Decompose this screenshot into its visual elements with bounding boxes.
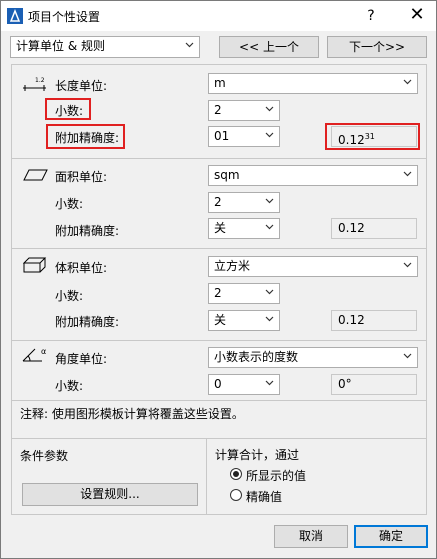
next-button[interactable]: 下一个>> xyxy=(327,36,427,58)
note-text: 注释: 使用图形模板计算将覆盖这些设置。 xyxy=(20,407,244,421)
length-precision-label: 附加精确度: xyxy=(55,131,120,145)
volume-decimals-select[interactable]: 2 xyxy=(208,283,280,304)
volume-precision-value: 关 xyxy=(214,313,227,327)
radio-exact-value-label: 精确值 xyxy=(246,490,283,504)
area-precision-select[interactable]: 关 xyxy=(208,218,280,239)
length-decimals-select[interactable]: 2 xyxy=(208,100,280,121)
volume-decimals-label: 小数: xyxy=(55,289,84,303)
divider xyxy=(12,340,426,341)
chevron-down-icon xyxy=(403,262,412,268)
volume-unit-icon xyxy=(23,257,47,273)
volume-precision-label: 附加精确度: xyxy=(55,315,120,329)
chevron-down-icon xyxy=(265,289,274,295)
length-decimals-label: 小数: xyxy=(55,104,84,118)
archicad-app-icon xyxy=(7,8,23,24)
length-precision-value: 01 xyxy=(214,129,230,143)
chevron-down-icon xyxy=(403,79,412,85)
length-unit-value: m xyxy=(214,76,226,90)
angle-unit-select[interactable]: 小数表示的度数 xyxy=(208,347,418,368)
volume-unit-label: 体积单位: xyxy=(55,261,108,275)
volume-unit-select[interactable]: 立方米 xyxy=(208,256,418,277)
chevron-down-icon xyxy=(185,42,194,48)
calc-label: 计算合计，通过 xyxy=(215,448,300,462)
settings-panel: 1.2 长度单位: m 小数: 2 附加精确度: 01 0.1231 面积单位: xyxy=(11,64,427,515)
set-rules-button[interactable]: 设置规则... xyxy=(22,483,198,506)
chevron-down-icon xyxy=(265,198,274,204)
divider xyxy=(12,248,426,249)
prev-button[interactable]: << 上一个 xyxy=(219,36,319,58)
area-unit-icon xyxy=(23,169,48,181)
window-title: 项目个性设置 xyxy=(28,10,101,24)
radio-exact-value[interactable] xyxy=(230,489,242,501)
dialog-window: 项目个性设置 ? ✕ 计算单位 & 规则 << 上一个 下一个>> 1.2 长度… xyxy=(0,0,437,559)
chevron-down-icon xyxy=(265,224,274,230)
category-select-value: 计算单位 & 规则 xyxy=(16,39,105,53)
area-precision-label: 附加精确度: xyxy=(55,224,120,238)
length-decimals-value: 2 xyxy=(214,103,222,117)
area-decimals-value: 2 xyxy=(214,195,222,209)
angle-decimals-value: 0 xyxy=(214,377,222,391)
help-button[interactable]: ? xyxy=(353,1,389,31)
area-unit-select[interactable]: sqm xyxy=(208,165,418,186)
angle-decimals-select[interactable]: 0 xyxy=(208,374,280,395)
radio-displayed-value[interactable] xyxy=(230,468,242,480)
divider xyxy=(12,400,426,401)
chevron-down-icon xyxy=(403,171,412,177)
title-bar: 项目个性设置 ? ✕ xyxy=(1,1,436,31)
area-preview-field: 0.12 xyxy=(331,218,417,239)
chevron-down-icon xyxy=(265,132,274,138)
volume-decimals-value: 2 xyxy=(214,286,222,300)
length-precision-select[interactable]: 01 xyxy=(208,126,280,147)
area-precision-value: 关 xyxy=(214,221,227,235)
length-unit-icon: 1.2 xyxy=(23,77,46,91)
conditions-label: 条件参数 xyxy=(20,449,69,463)
angle-unit-icon: α xyxy=(22,347,46,362)
area-unit-value: sqm xyxy=(214,168,240,182)
category-select[interactable]: 计算单位 & 规则 xyxy=(10,36,200,58)
close-button[interactable]: ✕ xyxy=(399,1,435,31)
divider xyxy=(12,158,426,159)
volume-unit-value: 立方米 xyxy=(214,259,251,273)
svg-text:1.2: 1.2 xyxy=(35,77,45,84)
chevron-down-icon xyxy=(265,106,274,112)
divider xyxy=(12,438,426,439)
volume-preview-field: 0.12 xyxy=(331,310,417,331)
angle-decimals-label: 小数: xyxy=(55,379,84,393)
radio-displayed-value-label: 所显示的值 xyxy=(246,469,307,483)
angle-preview-field: 0° xyxy=(331,374,417,395)
ok-button[interactable]: 确定 xyxy=(354,525,428,548)
preview-highlight-box xyxy=(325,123,420,150)
volume-precision-select[interactable]: 关 xyxy=(208,310,280,331)
area-decimals-label: 小数: xyxy=(55,197,84,211)
chevron-down-icon xyxy=(403,353,412,359)
angle-unit-label: 角度单位: xyxy=(55,352,108,366)
length-unit-label: 长度单位: xyxy=(55,79,108,93)
area-decimals-select[interactable]: 2 xyxy=(208,192,280,213)
chevron-down-icon xyxy=(265,380,274,386)
vertical-divider xyxy=(206,439,207,515)
area-unit-label: 面积单位: xyxy=(55,170,108,184)
angle-unit-value: 小数表示的度数 xyxy=(214,350,299,364)
svg-text:α: α xyxy=(41,347,46,356)
length-unit-select[interactable]: m xyxy=(208,73,418,94)
cancel-button[interactable]: 取消 xyxy=(274,525,348,548)
chevron-down-icon xyxy=(265,316,274,322)
